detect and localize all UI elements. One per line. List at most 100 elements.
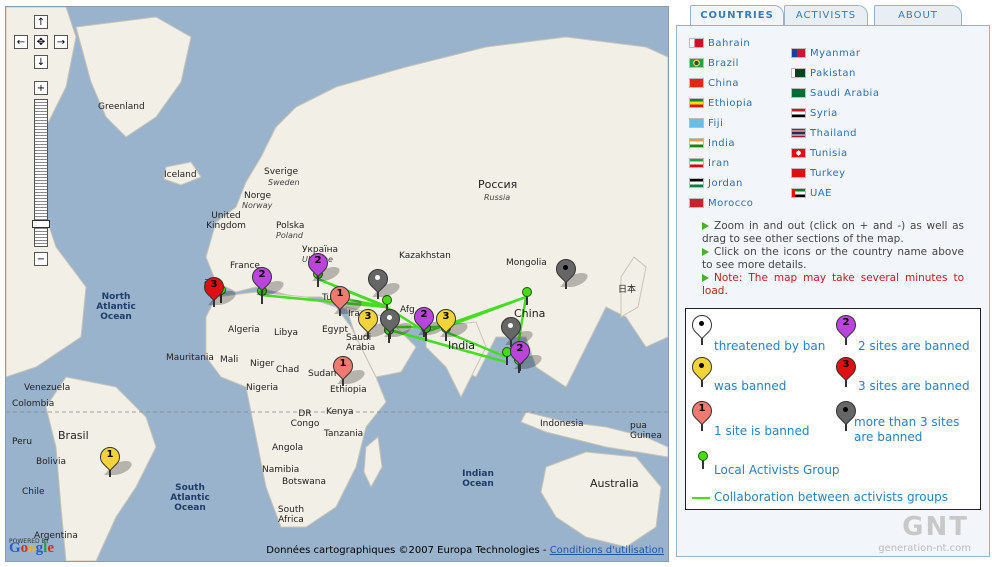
pan-center-button[interactable]: ✥ bbox=[34, 35, 48, 49]
country-morocco[interactable]: Morocco bbox=[689, 198, 753, 209]
tab-about[interactable]: ABOUT bbox=[874, 5, 962, 25]
label-venezuela: Venezuela bbox=[24, 383, 71, 393]
activist-pin[interactable] bbox=[522, 287, 532, 305]
country-syria[interactable]: Syria bbox=[791, 108, 838, 119]
tab-countries[interactable]: COUNTRIES bbox=[690, 5, 784, 27]
map-pin[interactable]: 3 bbox=[431, 304, 472, 341]
legend-two-sites: 2 sites are banned bbox=[858, 339, 970, 353]
flag-icon bbox=[689, 178, 704, 188]
pin-gray-icon bbox=[831, 396, 861, 433]
label-png-short: pua Guinea bbox=[630, 421, 662, 441]
country-india[interactable]: India bbox=[689, 138, 735, 149]
note-click: Click on the icons or the country name a… bbox=[702, 246, 964, 271]
label-uk: United Kingdom bbox=[206, 211, 246, 231]
arrow-right-icon bbox=[702, 248, 709, 256]
flag-icon bbox=[689, 38, 704, 48]
label-sverige: Sverige bbox=[264, 167, 299, 177]
legend-more-than-three: more than 3 sites are banned bbox=[854, 415, 960, 444]
map-pin[interactable]: 3 bbox=[199, 272, 240, 309]
label-russia: Russia bbox=[484, 193, 511, 202]
zoom-out-button[interactable]: − bbox=[34, 252, 48, 266]
label-niger: Niger bbox=[250, 359, 275, 369]
map-pin[interactable] bbox=[375, 304, 416, 341]
legend-three-sites: 3 sites are banned bbox=[858, 379, 970, 393]
zoom-slider-handle[interactable] bbox=[32, 220, 50, 228]
country-jordan[interactable]: Jordan bbox=[689, 178, 743, 189]
map-pin[interactable]: 1 bbox=[325, 281, 366, 318]
map-pin[interactable]: 3 bbox=[353, 304, 394, 341]
country-brazil[interactable]: Brazil bbox=[689, 58, 739, 69]
flag-icon bbox=[791, 68, 806, 78]
map-pin[interactable] bbox=[363, 264, 404, 301]
legend-local-group: Local Activists Group bbox=[714, 463, 840, 477]
label-mongolia: Mongolia bbox=[506, 258, 547, 268]
note-zoom: Zoom in and out (click on + and -) as we… bbox=[702, 220, 964, 245]
zoom-in-button[interactable]: + bbox=[34, 81, 48, 95]
pin-purple-icon: 2 bbox=[831, 310, 861, 347]
country-tunisia[interactable]: Tunisia bbox=[791, 148, 848, 159]
country-turkey[interactable]: Turkey bbox=[791, 168, 846, 179]
flag-icon bbox=[791, 108, 806, 118]
label-north-atlantic: North Atlantic Ocean bbox=[96, 292, 136, 322]
label-libya: Libya bbox=[274, 328, 299, 338]
pan-right-button[interactable]: → bbox=[54, 35, 68, 49]
google-logo[interactable]: Google bbox=[9, 540, 54, 557]
label-bolivia: Bolivia bbox=[36, 457, 67, 467]
country-ethiopia[interactable]: Ethiopia bbox=[689, 98, 753, 109]
legend-was-banned: was banned bbox=[714, 379, 787, 393]
label-peru: Peru bbox=[12, 437, 33, 447]
country-myanmar[interactable]: Myanmar bbox=[791, 48, 861, 59]
legend-collaboration: Collaboration between activists groups bbox=[714, 490, 949, 504]
pan-up-button[interactable]: ↑ bbox=[34, 15, 48, 29]
flag-icon bbox=[791, 188, 806, 198]
country-fiji[interactable]: Fiji bbox=[689, 118, 723, 129]
label-iceland: Iceland bbox=[164, 170, 197, 180]
pan-down-button[interactable]: ↓ bbox=[34, 55, 48, 69]
flag-icon bbox=[689, 78, 704, 88]
tab-activists[interactable]: ACTIVISTS bbox=[784, 5, 868, 25]
country-thailand[interactable]: Thailand bbox=[791, 128, 857, 139]
country-uae[interactable]: UAE bbox=[791, 188, 832, 199]
flag-icon bbox=[791, 88, 806, 98]
label-norway: Norway bbox=[242, 201, 273, 210]
map-copyright: Données cartographiques ©2007 Europa Tec… bbox=[266, 545, 664, 556]
label-poland: Poland bbox=[276, 231, 303, 240]
label-afghanistan-short: Afg bbox=[400, 305, 415, 315]
map-pin[interactable]: 2 bbox=[409, 302, 450, 339]
flag-icon bbox=[791, 48, 806, 58]
collaboration-line-icon bbox=[692, 497, 710, 499]
country-saudi-arabia[interactable]: Saudi Arabia bbox=[791, 88, 879, 99]
map-pin[interactable]: 1 bbox=[328, 351, 369, 388]
label-botswana: Botswana bbox=[282, 477, 326, 487]
note-load: Note: The map may take several minutes t… bbox=[702, 272, 964, 297]
country-pakistan[interactable]: Pakistan bbox=[791, 68, 856, 79]
country-bahrain[interactable]: Bahrain bbox=[689, 38, 750, 49]
legend-threatened: threatened by ban bbox=[714, 339, 826, 353]
flag-icon bbox=[689, 138, 704, 148]
map-pin[interactable]: 2 bbox=[247, 262, 288, 299]
map-pin[interactable] bbox=[551, 254, 592, 291]
flag-icon bbox=[689, 198, 704, 208]
label-chad: Chad bbox=[276, 365, 300, 375]
pin-green-icon bbox=[698, 451, 708, 469]
label-polska: Polska bbox=[276, 221, 305, 231]
label-angola: Angola bbox=[272, 443, 304, 453]
label-drc: DR Congo bbox=[290, 409, 320, 429]
map-pin[interactable]: 1 bbox=[95, 442, 136, 479]
world-map[interactable]: Greenland Iceland Sverige Sweden Norge N… bbox=[5, 6, 669, 562]
country-iran[interactable]: Iran bbox=[689, 158, 730, 169]
pin-red-icon: 3 bbox=[831, 352, 861, 389]
map-pin[interactable]: 2 bbox=[505, 336, 546, 373]
label-tanzania: Tanzania bbox=[324, 429, 364, 439]
label-greenland: Greenland bbox=[98, 102, 145, 112]
gnt-watermark-site: generation-nt.com bbox=[878, 543, 971, 554]
terms-link[interactable]: Conditions d'utilisation bbox=[550, 545, 664, 556]
label-south-atlantic: South Atlantic Ocean bbox=[170, 483, 210, 513]
legend-one-site: 1 site is banned bbox=[714, 424, 810, 438]
country-china[interactable]: China bbox=[689, 78, 739, 89]
map-pin[interactable]: 2 bbox=[303, 248, 344, 285]
map-legend: threatened by ban 2 2 sites are banned w… bbox=[685, 308, 981, 510]
flag-icon bbox=[689, 158, 704, 168]
label-nigeria: Nigeria bbox=[246, 383, 279, 393]
pan-left-button[interactable]: ← bbox=[14, 35, 28, 49]
